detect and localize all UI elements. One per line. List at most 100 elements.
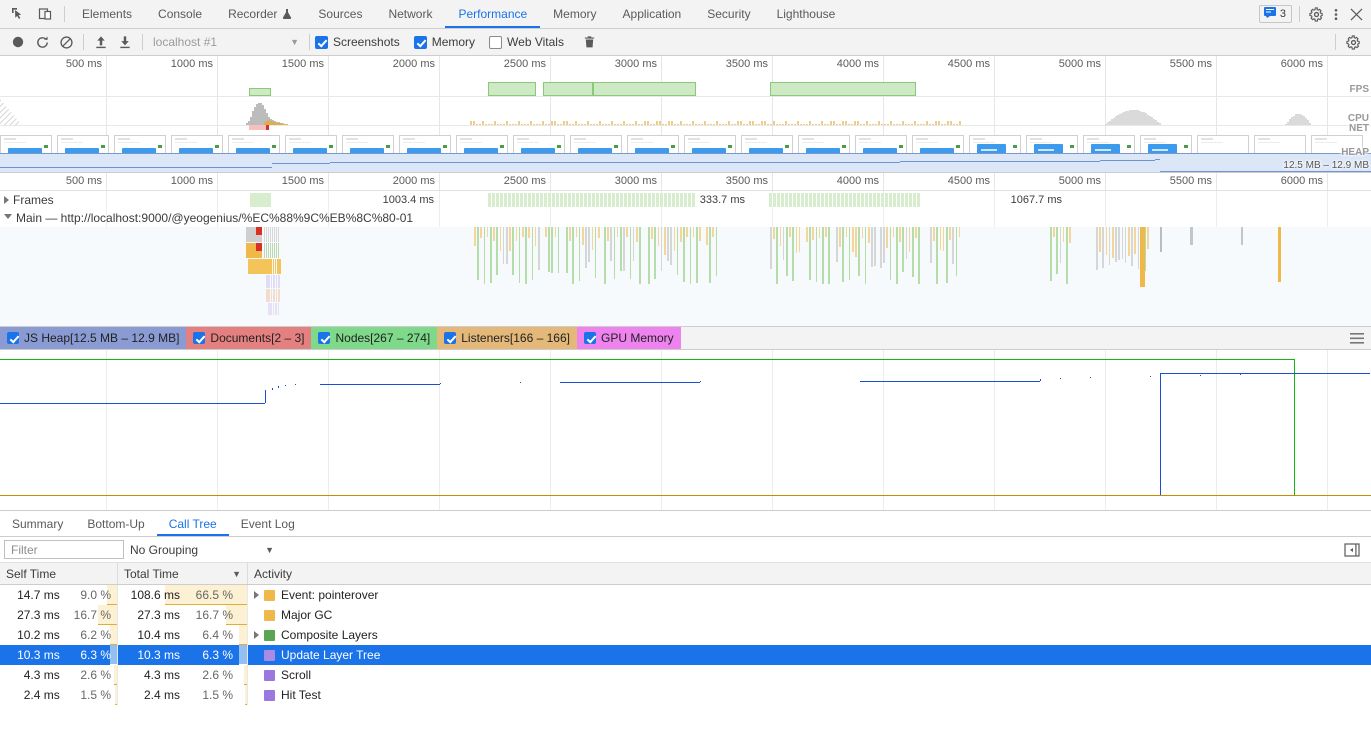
table-row[interactable]: 10.2 ms 6.2 % 10.4 ms 6.4 % Composite Layers	[0, 625, 1371, 645]
flame-bar[interactable]	[496, 227, 498, 275]
flame-bar[interactable]	[582, 227, 584, 245]
filter-input-wrapper[interactable]	[4, 540, 124, 559]
flame-bar-painting[interactable]	[275, 275, 278, 288]
record-button[interactable]	[6, 31, 30, 53]
clear-button[interactable]	[54, 31, 78, 53]
tab-security[interactable]: Security	[694, 0, 763, 28]
flame-bar[interactable]	[880, 227, 882, 268]
tab-recorder[interactable]: Recorder	[215, 0, 305, 28]
flame-bar[interactable]	[557, 227, 560, 273]
counter-toggle-nodes[interactable]: Nodes[267 – 274]	[311, 327, 438, 349]
flame-bar[interactable]	[836, 227, 838, 262]
flame-bar[interactable]	[939, 227, 942, 250]
flame-bar[interactable]	[594, 227, 597, 278]
flame-bar[interactable]	[812, 227, 814, 240]
flame-bar[interactable]	[607, 227, 609, 241]
flame-bar[interactable]	[930, 227, 932, 263]
flame-bar-rendering[interactable]	[278, 243, 280, 258]
flame-bar[interactable]	[868, 227, 870, 243]
close-icon[interactable]	[1347, 5, 1365, 23]
flame-bar[interactable]	[591, 227, 594, 250]
flame-bar[interactable]	[770, 227, 772, 269]
flame-bar[interactable]	[815, 227, 818, 282]
tab-event-log[interactable]: Event Log	[229, 511, 307, 536]
flame-bar[interactable]	[1050, 227, 1052, 281]
flame-bar[interactable]	[486, 227, 489, 237]
flame-bar[interactable]	[554, 227, 557, 237]
flame-bar-long-task-warning[interactable]	[256, 227, 262, 235]
flame-bar[interactable]	[861, 227, 864, 238]
flame-bar-task[interactable]	[1160, 227, 1162, 252]
flame-bar[interactable]	[1134, 227, 1136, 254]
flame-bar-painting[interactable]	[278, 289, 280, 302]
counter-toggle-listeners[interactable]: Listeners[166 – 166]	[437, 327, 577, 349]
flame-bar[interactable]	[1066, 227, 1068, 284]
flame-bar[interactable]	[623, 227, 625, 271]
flame-bar[interactable]	[1131, 227, 1133, 266]
filter-input[interactable]	[9, 541, 119, 558]
flame-bar[interactable]	[1147, 227, 1149, 249]
flame-bar-painting[interactable]	[273, 289, 275, 302]
flame-bar[interactable]	[1118, 227, 1120, 260]
flame-bar[interactable]	[680, 227, 682, 242]
flame-bar[interactable]	[912, 227, 914, 277]
console-messages-badge[interactable]: 3	[1258, 5, 1292, 23]
flame-bar[interactable]	[1105, 227, 1108, 255]
flame-bar[interactable]	[779, 227, 782, 246]
flame-bar[interactable]	[613, 227, 616, 279]
flame-bar[interactable]	[809, 227, 811, 280]
web-vitals-checkbox[interactable]: Web Vitals	[489, 35, 564, 49]
flame-bar[interactable]	[1069, 227, 1071, 243]
flame-bar[interactable]	[651, 227, 653, 239]
main-track-header[interactable]: Main — http://localhost:9000/@yeogenius/…	[0, 209, 413, 227]
flame-bar[interactable]	[845, 227, 848, 237]
flame-bar-task[interactable]	[1190, 227, 1193, 245]
frame-block[interactable]	[249, 193, 271, 207]
table-row[interactable]: 2.4 ms 1.5 % 2.4 ms 1.5 % Hit Test	[0, 685, 1371, 705]
flame-bar[interactable]	[515, 227, 518, 241]
grouping-select[interactable]: No Grouping ▼	[130, 540, 280, 560]
flame-bar[interactable]	[706, 227, 708, 245]
save-profile-icon[interactable]	[113, 31, 137, 53]
flame-bar[interactable]	[683, 227, 685, 282]
flame-bar-scripting[interactable]	[248, 259, 266, 274]
flame-bar[interactable]	[839, 227, 841, 247]
counters-menu-icon[interactable]	[1343, 327, 1371, 349]
flame-bar[interactable]	[955, 227, 958, 276]
flame-bar-painting[interactable]	[273, 275, 275, 288]
flame-bar[interactable]	[795, 227, 798, 253]
flame-bar[interactable]	[786, 227, 788, 276]
flame-bar[interactable]	[915, 227, 917, 238]
flame-bar[interactable]	[848, 227, 851, 280]
flame-bar[interactable]	[626, 227, 628, 237]
flame-bar-painting[interactable]	[268, 303, 270, 315]
flame-bar[interactable]	[692, 227, 695, 237]
flame-bar[interactable]	[1099, 227, 1101, 252]
flame-bar[interactable]	[528, 227, 530, 238]
flame-bar-painting[interactable]	[275, 289, 278, 302]
main-flame-chart[interactable]	[0, 227, 1371, 326]
flame-bar[interactable]	[493, 227, 495, 241]
flame-bar[interactable]	[712, 227, 714, 237]
flame-bar[interactable]	[538, 227, 540, 270]
flame-bar[interactable]	[908, 227, 911, 252]
flame-bar[interactable]	[1124, 227, 1127, 263]
flame-bar[interactable]	[696, 227, 698, 283]
screenshots-checkbox[interactable]: Screenshots	[315, 35, 400, 49]
more-options-icon[interactable]	[1327, 5, 1345, 23]
flame-bar-task[interactable]	[278, 227, 280, 242]
counter-toggle-gpu-memory[interactable]: GPU Memory	[576, 327, 681, 349]
profile-selector[interactable]: localhost #1 ▼	[148, 32, 304, 52]
flame-bar[interactable]	[1121, 227, 1124, 259]
flame-bar[interactable]	[699, 227, 701, 241]
flame-bar[interactable]	[676, 227, 679, 275]
flame-bar-task[interactable]	[1241, 227, 1243, 245]
frame-block[interactable]	[691, 193, 695, 207]
flame-bar[interactable]	[588, 227, 590, 262]
memory-checkbox[interactable]: Memory	[413, 35, 475, 49]
tab-network[interactable]: Network	[375, 0, 445, 28]
call-tree-rows[interactable]: 14.7 ms 9.0 % 108.6 ms 66.5 % Event: pointer…	[0, 585, 1371, 705]
flame-bar[interactable]	[776, 227, 778, 284]
flame-bar[interactable]	[886, 227, 888, 248]
flame-bar[interactable]	[506, 227, 508, 264]
